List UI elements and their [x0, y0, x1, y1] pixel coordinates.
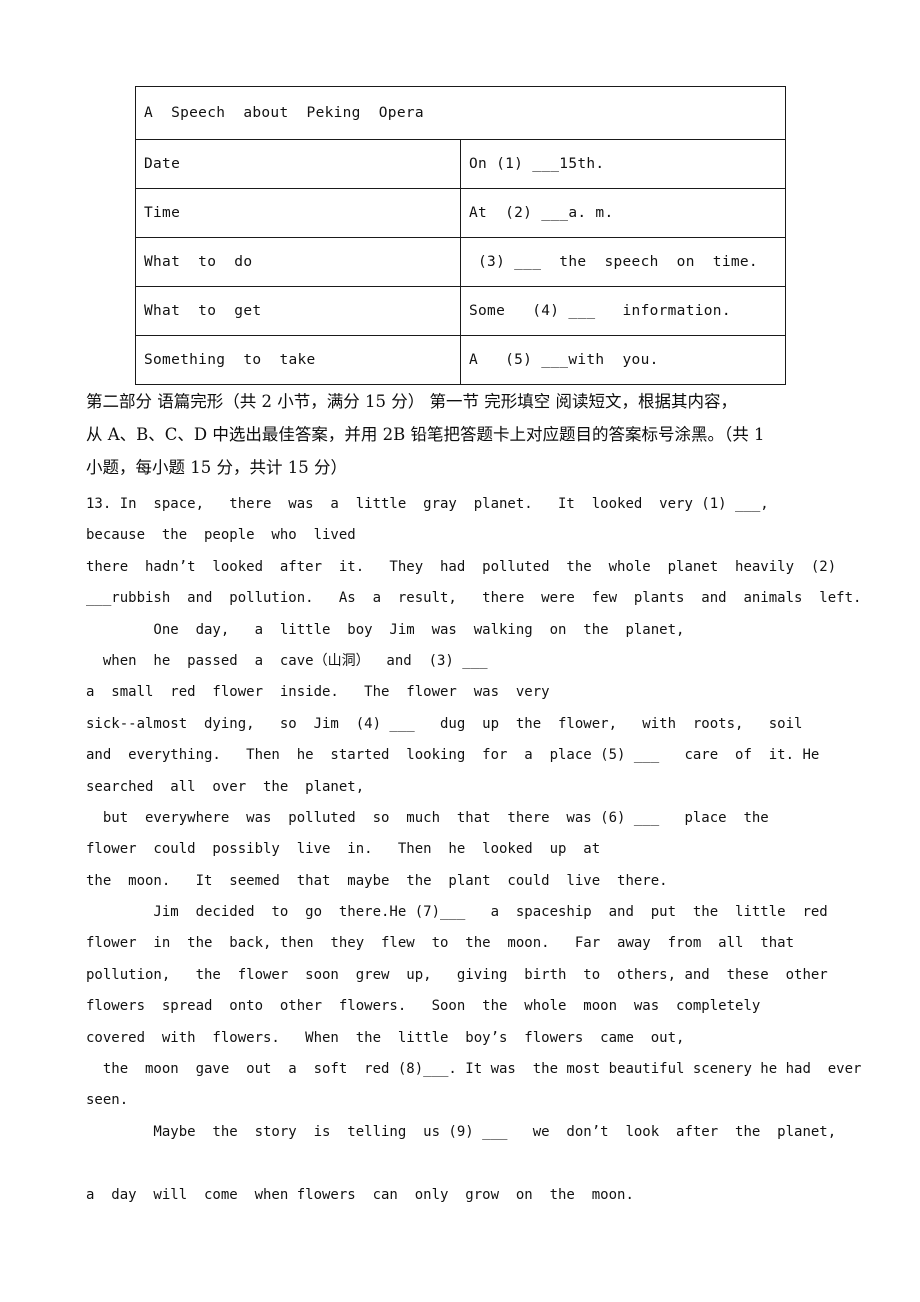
passage-line: One day, a little boy Jim was walking on…	[86, 621, 685, 638]
passage-line: and everything. Then he started looking …	[86, 747, 820, 764]
passage-line-blank	[86, 1148, 886, 1179]
passage-line: there hadn’t looked after it. They had p…	[86, 558, 837, 575]
row-value-something-to-take: A (5) ___with you.	[460, 335, 786, 385]
passage-line: pollution, the flower soon grew up, givi…	[86, 966, 828, 983]
row-value-date: On (1) ___15th.	[460, 139, 786, 189]
passage-line: covered with flowers. When the little bo…	[86, 1029, 685, 1046]
row-label-date: Date	[135, 139, 461, 189]
row-label-time: Time	[135, 188, 461, 238]
passage-line: Jim decided to go there.He (7)___ a spac…	[86, 904, 828, 921]
row-value-what-to-do: (3) ___ the speech on time.	[460, 237, 786, 287]
table-row: Time At (2) ___a. m.	[135, 188, 786, 238]
document-page: A Speech about Peking Opera Date On (1) …	[0, 0, 920, 1302]
passage-line: a day will come when flowers can only gr…	[86, 1186, 634, 1203]
table-row: What to get Some (4) ___ information.	[135, 286, 786, 336]
instruction-line-3: 小题，每小题 15 分，共计 15 分）	[86, 458, 347, 477]
passage-line: because the people who lived	[86, 527, 356, 544]
passage-line: but everywhere was polluted so much that…	[86, 809, 769, 826]
passage-line: a small red flower inside. The flower wa…	[86, 684, 550, 701]
passage-line: sick--almost dying, so Jim (4) ___ dug u…	[86, 715, 803, 732]
instruction-line-2: 从 A、B、C、D 中选出最佳答案，并用 2B 铅笔把答题卡上对应题目的答案标号…	[86, 425, 765, 444]
passage-line: the moon. It seemed that maybe the plant…	[86, 872, 668, 889]
instruction-line-1: 第二部分 语篇完形（共 2 小节，满分 15 分） 第一节 完形填空 阅读短文，…	[86, 392, 737, 411]
table-title-cell: A Speech about Peking Opera	[135, 86, 786, 140]
passage-line: flower could possibly live in. Then he l…	[86, 841, 601, 858]
cloze-passage: 13. In space, there was a little gray pl…	[86, 489, 886, 1211]
passage-line: flower in the back, then they flew to th…	[86, 935, 795, 952]
table-row: Date On (1) ___15th.	[135, 139, 786, 189]
table-row: What to do (3) ___ the speech on time.	[135, 237, 786, 287]
row-value-time: At (2) ___a. m.	[460, 188, 786, 238]
row-label-what-to-do: What to do	[135, 237, 461, 287]
table-header-row: A Speech about Peking Opera	[135, 86, 786, 140]
passage-line: ___rubbish and pollution. As a result, t…	[86, 590, 862, 607]
row-value-what-to-get: Some (4) ___ information.	[460, 286, 786, 336]
table-body: A Speech about Peking Opera Date On (1) …	[135, 86, 786, 385]
passage-line: seen.	[86, 1092, 129, 1109]
section-instructions: 第二部分 语篇完形（共 2 小节，满分 15 分） 第一节 完形填空 阅读短文，…	[86, 385, 876, 484]
row-label-something-to-take: Something to take	[135, 335, 461, 385]
passage-line: Maybe the story is telling us (9) ___ we…	[86, 1123, 837, 1140]
passage-line: 13. In space, there was a little gray pl…	[86, 496, 769, 512]
speech-info-table: A Speech about Peking Opera Date On (1) …	[135, 86, 786, 385]
passage-line: the moon gave out a soft red (8)___. It …	[86, 1061, 862, 1078]
passage-line: when he passed a cave（山洞） and (3) ___	[86, 652, 488, 669]
passage-line: searched all over the planet,	[86, 778, 365, 795]
table-row: Something to take A (5) ___with you.	[135, 335, 786, 385]
row-label-what-to-get: What to get	[135, 286, 461, 336]
passage-line: flowers spread onto other flowers. Soon …	[86, 998, 761, 1015]
